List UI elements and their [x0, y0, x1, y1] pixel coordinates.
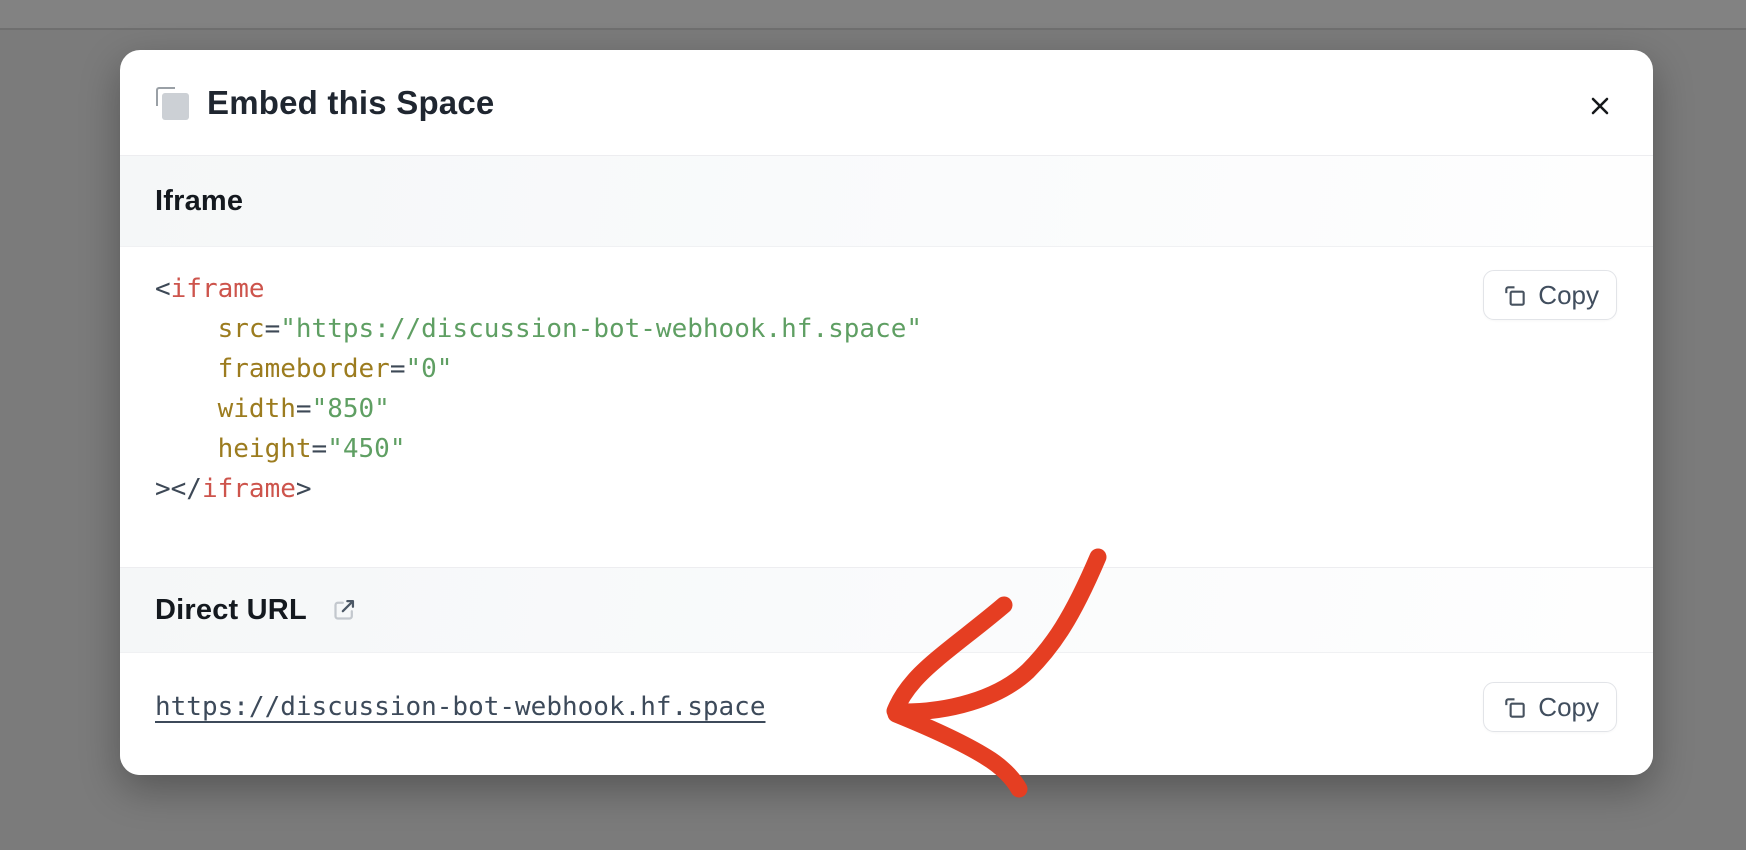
embed-space-dialog: Embed this Space Iframe <iframe src="htt…	[120, 50, 1653, 775]
iframe-section-header: Iframe	[120, 155, 1653, 247]
direct-url-section-label: Direct URL	[155, 594, 307, 627]
copy-icon	[1501, 282, 1528, 309]
embed-icon	[155, 85, 191, 121]
copy-button-label: Copy	[1538, 692, 1599, 723]
iframe-embed-code: <iframe src="https://discussion-bot-webh…	[155, 269, 1483, 509]
iframe-section-label: Iframe	[155, 185, 243, 218]
dialog-header: Embed this Space	[120, 50, 1653, 155]
close-button[interactable]	[1581, 87, 1619, 125]
iframe-code-section: <iframe src="https://discussion-bot-webh…	[120, 247, 1653, 567]
copy-iframe-button[interactable]: Copy	[1483, 270, 1617, 320]
embed-icon-front	[162, 93, 189, 120]
external-link-icon[interactable]	[331, 596, 358, 623]
direct-url-row: https://discussion-bot-webhook.hf.space …	[120, 653, 1653, 775]
copy-button-label: Copy	[1538, 280, 1599, 311]
direct-url-link[interactable]: https://discussion-bot-webhook.hf.space	[155, 692, 765, 722]
background-header-strip	[0, 0, 1746, 30]
dialog-title: Embed this Space	[207, 84, 494, 122]
direct-url-section-header: Direct URL	[120, 567, 1653, 653]
close-icon	[1584, 90, 1616, 122]
copy-url-button[interactable]: Copy	[1483, 682, 1617, 732]
copy-icon	[1501, 694, 1528, 721]
